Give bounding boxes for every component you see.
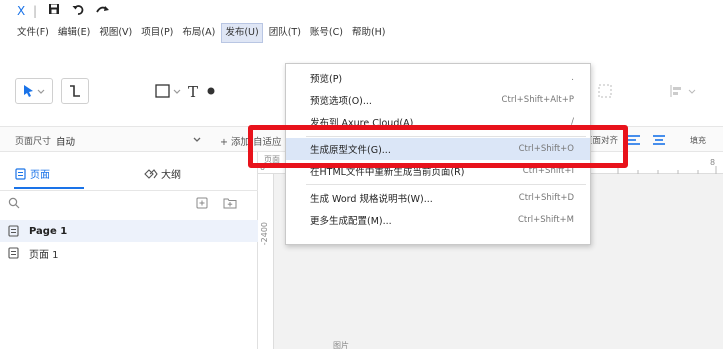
ruler-right-label: 8 (710, 158, 716, 167)
shape-tools: T (152, 78, 222, 104)
menu-item-generate-word[interactable]: 生成 Word 规格说明书(W)... Ctrl+Shift+D (286, 187, 590, 209)
menu-publish[interactable]: 发布(U) (221, 23, 263, 43)
menu-project[interactable]: 项目(P) (138, 23, 176, 43)
menu-item-more-config[interactable]: 更多生成配置(M)... Ctrl+Shift+M (286, 209, 590, 231)
menu-item-preview-options[interactable]: 预览选项(O)... Ctrl+Shift+Alt+P (286, 89, 590, 111)
tab-outline-label: 大纲 (161, 170, 181, 181)
tab-pages-label: 页面 (30, 170, 50, 181)
page-label: Page 1 (29, 225, 68, 237)
page-size-label: 页面尺寸 (15, 137, 52, 147)
menu-edit[interactable]: 编辑(E) (55, 23, 93, 43)
align-left-icon[interactable] (627, 134, 641, 146)
menu-item-shortcut: Ctrl+Shift+M (517, 215, 574, 225)
active-tab-indicator (14, 187, 84, 189)
menu-file[interactable]: 文件(F) (14, 23, 52, 43)
align-icon (670, 85, 696, 97)
tab-pages[interactable]: 页面 (15, 166, 50, 181)
list-item[interactable]: Page 1 (0, 220, 258, 242)
menu-team[interactable]: 团队(T) (266, 23, 304, 43)
add-folder-icon[interactable] (223, 197, 237, 209)
divider (0, 190, 258, 191)
add-button[interactable]: + 添加 (220, 134, 250, 148)
tab-outline[interactable]: 大纲 (144, 166, 181, 181)
search-icon[interactable] (8, 197, 20, 209)
menu-help[interactable]: 帮助(H) (349, 23, 389, 43)
text-tool-icon[interactable]: T (188, 83, 198, 101)
dot-icon[interactable] (207, 87, 215, 95)
vertical-ruler: -2400 (258, 174, 274, 349)
align-center-icon[interactable] (652, 134, 666, 146)
highlight-annotation-box (248, 125, 628, 168)
connector-icon (70, 85, 80, 97)
select-tool-button[interactable] (15, 78, 53, 104)
page-label: 页面 1 (29, 249, 59, 261)
page-icon (8, 247, 19, 259)
title-bar: X | (0, 0, 723, 22)
fill-label: 填充 (690, 136, 706, 145)
rectangle-icon[interactable] (155, 84, 170, 98)
menu-item-shortcut: Ctrl+Shift+D (518, 193, 574, 203)
vruler-label: -2400 (260, 222, 269, 246)
connector-tool-button[interactable] (61, 78, 89, 104)
menu-separator (306, 184, 586, 185)
page-icon (8, 225, 19, 237)
align-tool[interactable] (664, 78, 704, 104)
menu-item-preview[interactable]: 预览(P) . (286, 67, 590, 89)
chevron-down-icon (193, 137, 201, 142)
page-icon (15, 167, 26, 180)
menu-account[interactable]: 账号(C) (307, 23, 346, 43)
add-page-icon[interactable] (196, 197, 208, 209)
app-logo: X (17, 4, 26, 18)
menu-layout[interactable]: 布局(A) (179, 23, 218, 43)
undo-icon[interactable] (72, 3, 86, 19)
outline-icon (144, 168, 158, 179)
page-size-select[interactable]: 自动 (56, 134, 75, 148)
menu-item-label: 预览选项(O)... (310, 96, 372, 107)
menu-item-label: 生成 Word 规格说明书(W)... (310, 194, 433, 205)
left-panel: 页面 大纲 Page 1 页面 1 (0, 152, 258, 349)
redo-icon[interactable] (95, 3, 111, 19)
menu-item-shortcut: . (571, 73, 574, 83)
list-item[interactable]: 页面 1 (0, 242, 258, 264)
menu-item-shortcut: Ctrl+Shift+Alt+P (501, 95, 574, 105)
bottom-label: 图片 (333, 341, 349, 349)
save-icon[interactable] (48, 3, 60, 19)
grid-icon[interactable] (598, 84, 612, 98)
pointer-icon (24, 85, 45, 97)
title-separator: | (33, 4, 38, 18)
menu-bar: 文件(F) 编辑(E) 视图(V) 项目(P) 布局(A) 发布(U) 团队(T… (0, 22, 723, 44)
menu-view[interactable]: 视图(V) (96, 23, 135, 43)
menu-item-label: 预览(P) (310, 74, 343, 85)
menu-item-label: 更多生成配置(M)... (310, 216, 392, 227)
